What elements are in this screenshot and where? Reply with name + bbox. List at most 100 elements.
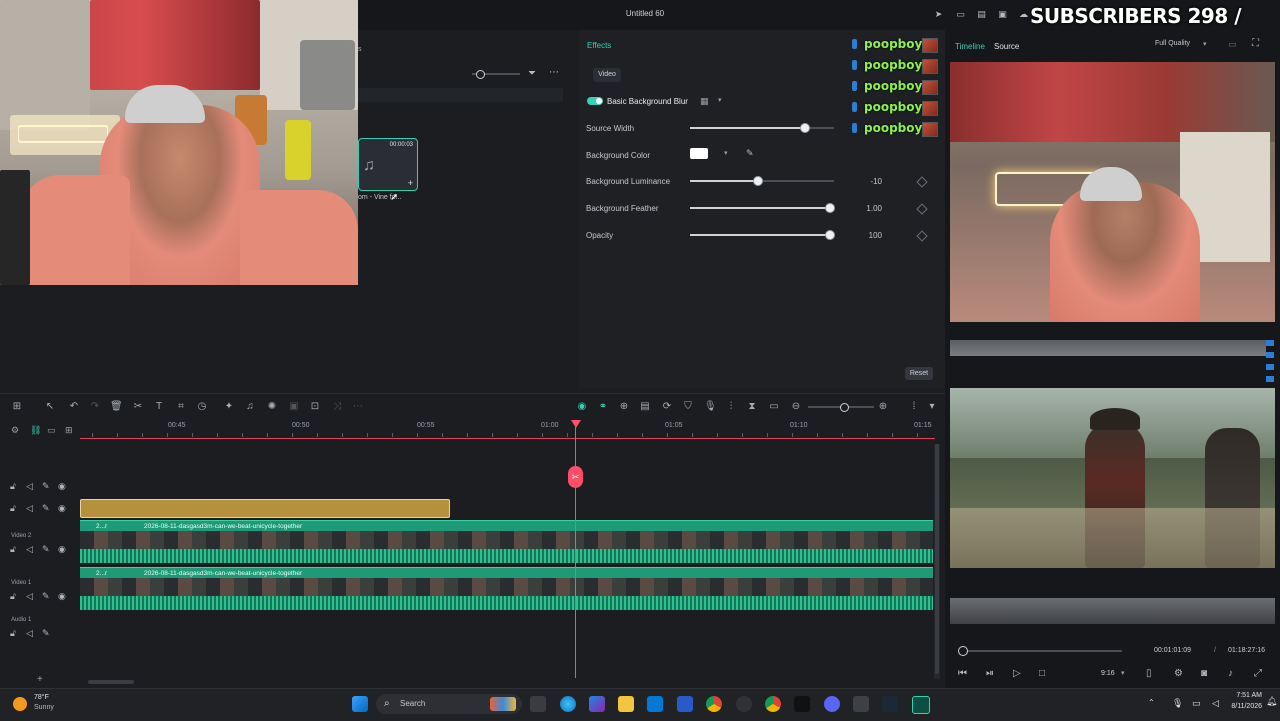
weather-condition[interactable]: Sunny: [34, 704, 54, 711]
timeline-vscroll[interactable]: [934, 444, 940, 679]
send-icon[interactable]: ➤: [933, 9, 944, 19]
mic-icon[interactable]: 🎙: [704, 401, 717, 413]
fullscreen-icon[interactable]: ⛶: [1252, 38, 1259, 49]
effects-tab[interactable]: Effects: [587, 41, 611, 50]
lock-icon[interactable]: 🔓︎: [10, 503, 16, 514]
eye-icon[interactable]: ◉: [58, 481, 66, 492]
stabilize-icon[interactable]: ⊡: [309, 401, 321, 413]
timeline-hscroll[interactable]: [88, 680, 134, 684]
effect-toggle[interactable]: [587, 97, 603, 105]
camera-icon[interactable]: ◙: [1201, 668, 1207, 679]
layout-grid-icon[interactable]: ⊞: [11, 401, 23, 413]
track-more-icon[interactable]: ⊞: [65, 425, 73, 436]
speed-icon[interactable]: ◷: [196, 401, 208, 413]
audio-edit-icon[interactable]: ♫: [244, 401, 256, 413]
opacity-value[interactable]: 100: [852, 231, 882, 240]
quality-select[interactable]: Full Quality: [1155, 40, 1190, 47]
aspect-ratio-select[interactable]: 9:16: [1101, 670, 1115, 677]
mic-tray-icon[interactable]: 🎙: [1172, 698, 1183, 709]
mute-icon[interactable]: ◁: [26, 628, 33, 639]
play-icon[interactable]: ▷: [1013, 668, 1021, 679]
display-tray-icon[interactable]: ▭: [1192, 698, 1201, 709]
add-track-icon[interactable]: +: [37, 674, 43, 685]
tab-timeline[interactable]: Timeline: [955, 42, 985, 51]
opacity-slider[interactable]: [690, 234, 834, 236]
media-thumbnail[interactable]: 00:00:03 ♫ +: [358, 138, 418, 191]
save-icon[interactable]: ▣: [997, 9, 1008, 19]
cut-icon[interactable]: ✂: [132, 401, 144, 413]
store-icon[interactable]: [677, 696, 693, 712]
crop-icon[interactable]: ⌗: [175, 401, 187, 413]
settings-icon[interactable]: ⚙: [1174, 668, 1183, 679]
snap-icon[interactable]: ◉: [576, 401, 588, 413]
source-width-slider[interactable]: [690, 127, 834, 129]
add-icon[interactable]: +: [408, 178, 413, 188]
expand-icon[interactable]: ⤢: [1254, 668, 1262, 679]
eyedropper-icon[interactable]: ✎: [746, 148, 754, 159]
opacity-knob[interactable]: [825, 230, 835, 240]
eye-icon[interactable]: ◉: [58, 591, 66, 602]
lock-icon[interactable]: 🔓︎: [10, 544, 16, 555]
timeline-clip-gold[interactable]: [80, 499, 450, 518]
feather-value[interactable]: 1.00: [852, 204, 882, 213]
chevron-down-icon[interactable]: ▾: [1121, 669, 1125, 677]
chevron-up-icon[interactable]: ⌃: [1148, 698, 1155, 707]
obs-icon[interactable]: [736, 696, 752, 712]
chevron-down-icon[interactable]: ▾: [1203, 40, 1207, 48]
track-settings-icon[interactable]: ⚙: [11, 425, 19, 436]
source-width-knob[interactable]: [800, 123, 810, 133]
playhead-line[interactable]: [575, 420, 576, 678]
shield-icon[interactable]: ⛉: [682, 401, 694, 413]
edit-track-icon[interactable]: ✎: [42, 628, 50, 639]
timeline-ruler[interactable]: 00:45 00:50 00:55 01:00 01:05 01:10 01:1…: [80, 420, 935, 440]
media-folder-row[interactable]: [358, 88, 563, 102]
color-dropdown-icon[interactable]: ▾: [724, 149, 728, 157]
volume-tray-icon[interactable]: ◁: [1212, 698, 1219, 709]
filter-icon[interactable]: ⏷: [528, 68, 536, 79]
mask-icon[interactable]: ▣: [288, 401, 300, 413]
clock-time[interactable]: 7:51 AM: [1232, 692, 1262, 699]
render-icon[interactable]: ▤: [639, 401, 651, 413]
edit-track-icon[interactable]: ✎: [42, 591, 50, 602]
zoom-slider-knob[interactable]: [476, 70, 485, 79]
volume-icon[interactable]: ♪: [1228, 668, 1233, 679]
lock-icon[interactable]: 🔓︎: [10, 481, 16, 492]
feather-slider[interactable]: [690, 207, 834, 209]
mute-icon[interactable]: ◁: [26, 591, 33, 602]
subtitle-icon[interactable]: ▭: [768, 401, 780, 413]
chevron-down-icon[interactable]: ▾: [718, 96, 722, 104]
stop-icon[interactable]: □: [1039, 668, 1045, 679]
zoom-out-icon[interactable]: ⊖: [790, 401, 802, 413]
more-tools-icon[interactable]: ⋯: [352, 401, 364, 413]
split-icon[interactable]: ⤨: [331, 401, 343, 413]
video-tab[interactable]: Video: [593, 68, 621, 82]
playhead-handle[interactable]: [571, 420, 581, 428]
beat-icon[interactable]: ⧗: [746, 401, 758, 413]
layout-icon[interactable]: ▤: [976, 9, 987, 19]
weather-temp[interactable]: 78°F: [34, 694, 49, 701]
lock-icon[interactable]: 🔓︎: [10, 591, 16, 602]
link-icon[interactable]: ⚭: [597, 401, 609, 413]
discord-icon[interactable]: [824, 696, 840, 712]
color-swatch[interactable]: [690, 148, 708, 159]
mute-icon[interactable]: ◁: [26, 503, 33, 514]
phone-icon[interactable]: ▯: [1146, 668, 1152, 679]
taskbar-search[interactable]: ⌕ Search: [376, 694, 522, 714]
copilot-icon[interactable]: [589, 696, 605, 712]
mixer-icon[interactable]: ⫶: [725, 401, 737, 413]
preview-scrubber[interactable]: [962, 650, 1122, 652]
prev-frame-icon[interactable]: ⏮: [958, 668, 967, 679]
effects-icon[interactable]: ✺: [266, 401, 278, 413]
auto-ripple-icon[interactable]: ⟳: [661, 401, 673, 413]
edge-icon[interactable]: [560, 696, 576, 712]
edit-track-icon[interactable]: ✎: [42, 481, 50, 492]
notification-bell-icon[interactable]: 🔔︎: [1266, 696, 1277, 707]
undo-icon[interactable]: ↶: [68, 401, 80, 413]
step-play-icon[interactable]: ⏯: [986, 668, 994, 679]
marker-icon[interactable]: ⊕: [618, 401, 630, 413]
mute-icon[interactable]: ◁: [26, 544, 33, 555]
chrome-icon[interactable]: [706, 696, 722, 712]
timeline-zoom-knob[interactable]: [840, 403, 849, 412]
tab-source[interactable]: Source: [994, 42, 1019, 51]
grid-view-icon[interactable]: ⁞: [908, 401, 920, 413]
